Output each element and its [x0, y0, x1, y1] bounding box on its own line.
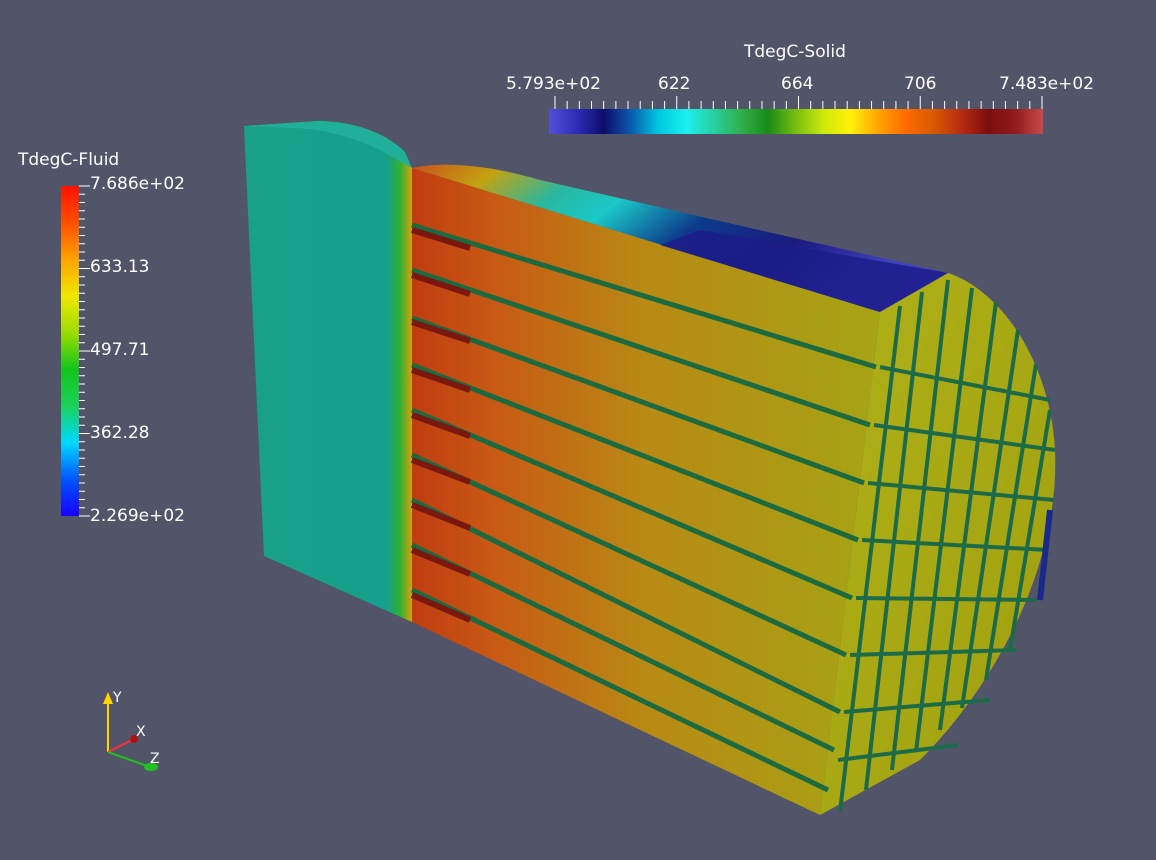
- solid-colorbar: [549, 109, 1043, 134]
- z-axis-line: [107, 751, 151, 768]
- y-axis-label: Y: [113, 690, 122, 706]
- fluid-scalar-bar[interactable]: [61, 185, 90, 517]
- x-axis-label: X: [136, 724, 146, 740]
- y-axis-arrow: [103, 692, 113, 704]
- x-axis-line: [107, 738, 135, 753]
- solid-tick-label: 5.793e+02: [506, 74, 602, 94]
- fluid-colorbar: [61, 186, 79, 516]
- solid-colorbar-ticks: [554, 96, 1043, 109]
- solid-scalar-bar[interactable]: [549, 96, 1043, 134]
- heat-exchanger-model[interactable]: [244, 121, 1056, 815]
- z-axis-label: Z: [150, 751, 160, 767]
- solid-tick-label: 622: [658, 74, 691, 94]
- fluid-tick-label: 633.13: [90, 257, 150, 277]
- fluid-tick-label: 362.28: [90, 423, 150, 443]
- fluid-colorbar-ticks: [79, 185, 90, 517]
- inlet-face: [244, 121, 412, 622]
- solid-tick-label: 706: [904, 74, 937, 94]
- solid-tick-label: 7.483e+02: [999, 74, 1095, 94]
- fluid-tick-label: 497.71: [90, 340, 150, 360]
- render-viewport[interactable]: [0, 0, 1156, 860]
- fluid-tick-label: 7.686e+02: [90, 174, 186, 194]
- fluid-scalar-bar-title: TdegC-Fluid: [18, 150, 120, 170]
- solid-scalar-bar-title: TdegC-Solid: [744, 42, 846, 62]
- solid-tick-label: 664: [781, 74, 814, 94]
- fluid-tick-label: 2.269e+02: [90, 506, 186, 526]
